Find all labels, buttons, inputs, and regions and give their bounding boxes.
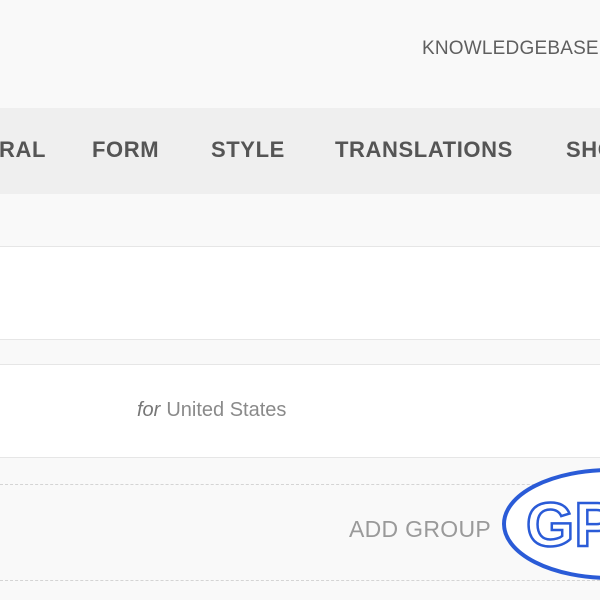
region-country: United States: [166, 399, 287, 421]
gp-logo-graphic: GP: [502, 468, 600, 580]
tab-form[interactable]: FORM: [92, 137, 159, 163]
tab-bar: RAL FORM STYLE TRANSLATIONS SHO: [0, 108, 600, 194]
empty-panel: [0, 246, 600, 340]
logo-text: GP: [526, 491, 600, 560]
tab-shortcodes[interactable]: SHO: [566, 137, 600, 163]
region-prefix: for: [137, 399, 161, 421]
tab-general[interactable]: RAL: [0, 137, 46, 163]
region-row: for United States: [0, 364, 600, 458]
gp-logo: GP: [500, 466, 600, 586]
knowledgebase-link[interactable]: KNOWLEDGEBASE: [422, 38, 599, 60]
add-group-button[interactable]: ADD GROUP: [349, 516, 491, 543]
region-label: for United States: [137, 399, 286, 422]
tab-style[interactable]: STYLE: [211, 137, 285, 163]
tab-translations[interactable]: TRANSLATIONS: [335, 137, 513, 163]
